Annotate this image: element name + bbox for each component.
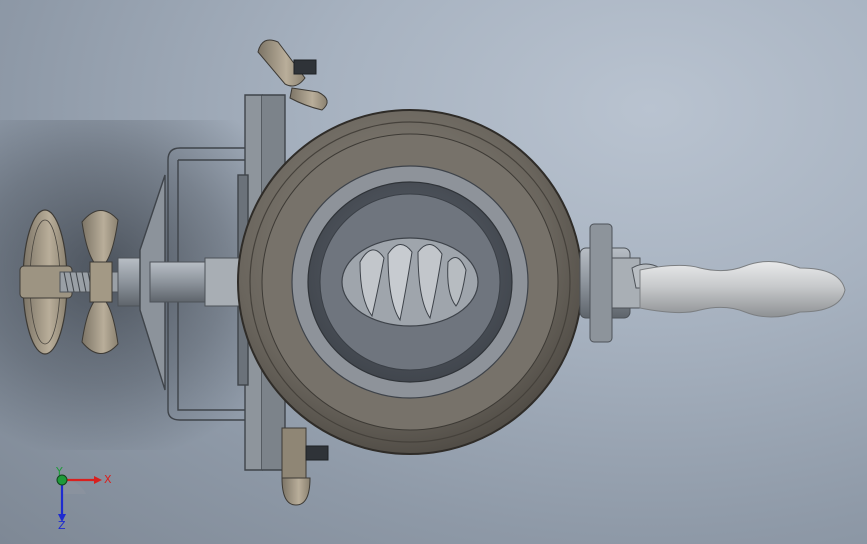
bottom-wing-nut[interactable] [281, 427, 329, 506]
coordinate-triad: Y X Z [48, 465, 118, 532]
y-axis-label: Y [55, 466, 63, 478]
meat-grinder-model[interactable] [0, 0, 867, 544]
drive-shaft [149, 257, 242, 307]
crank-handle[interactable] [639, 261, 846, 318]
cad-viewport[interactable]: Y X Z [0, 0, 867, 544]
x-axis-label: X [104, 473, 112, 486]
feed-screw [341, 237, 479, 327]
z-axis-label: Z [58, 519, 66, 530]
